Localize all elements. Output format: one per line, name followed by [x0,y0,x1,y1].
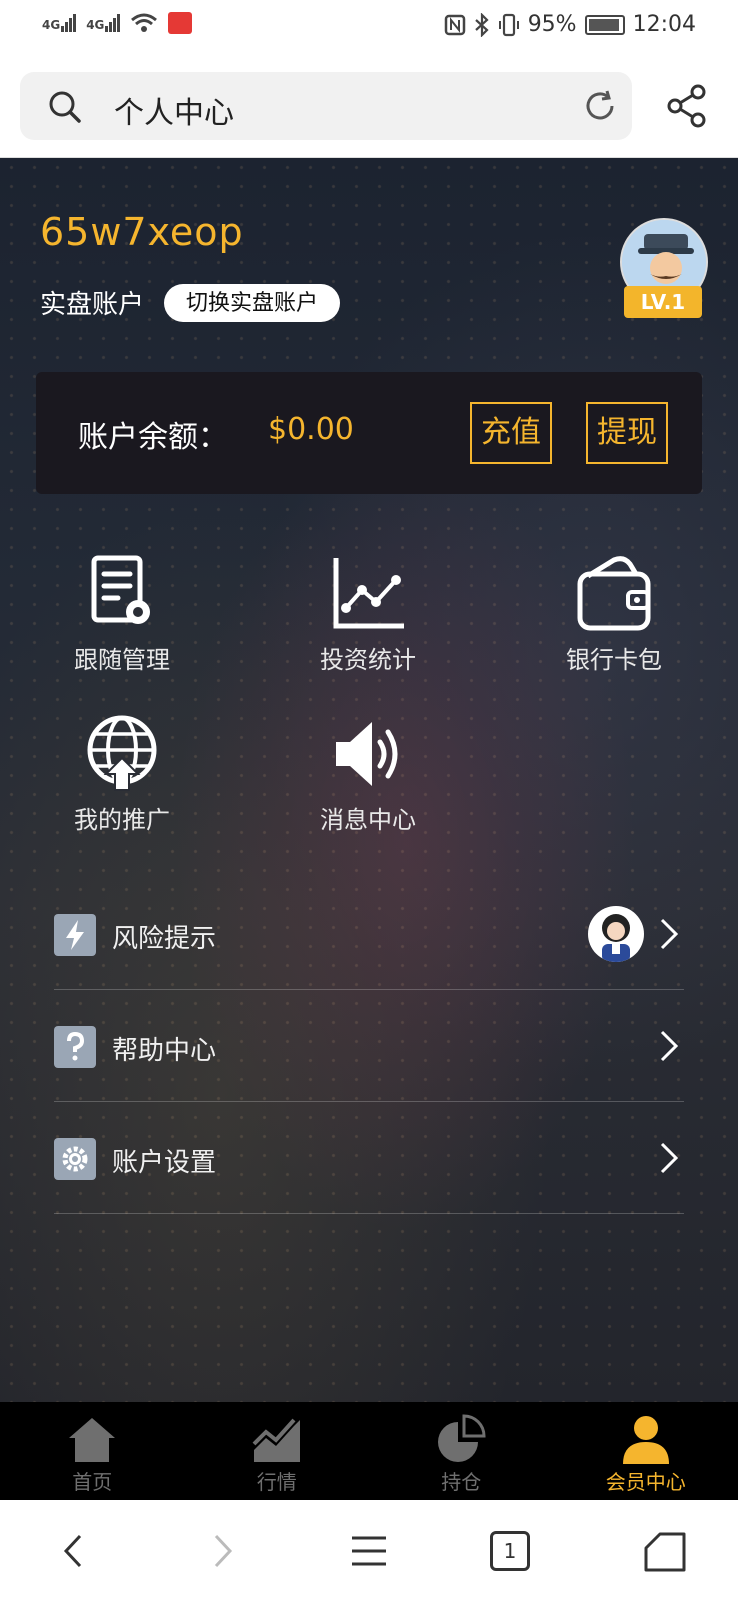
feature-bank-cards[interactable]: 银行卡包 [534,554,694,675]
wifi-icon [131,13,158,32]
menu-label: 账户设置 [112,1148,217,1178]
chevron-right-icon [660,918,679,950]
feature-label: 跟随管理 [74,646,170,674]
tab-label: 行情 [256,1470,297,1494]
forward-icon[interactable] [196,1526,246,1576]
menu-label: 风险提示 [112,924,217,954]
speaker-icon [336,722,398,786]
feature-label: 银行卡包 [566,646,662,674]
reload-icon[interactable] [582,88,618,124]
app-notification-icon [168,12,193,34]
tab-market[interactable]: 行情 [185,1402,370,1500]
account-type: 实盘账户 [40,290,145,320]
system-navigation-bar: 1 [0,1500,738,1600]
balance-value: $0.00 [268,412,354,447]
share-icon[interactable] [666,84,708,128]
settings-icon [54,1138,96,1180]
line-chart-icon [333,558,404,629]
home-button-icon[interactable] [640,1526,690,1576]
chevron-right-icon [660,1030,679,1062]
tabs-count-button[interactable]: 1 [490,1531,530,1571]
battery-percent: 95% [527,12,577,37]
menu-help-center[interactable]: 帮助中心 [54,990,684,1102]
tab-home[interactable]: 首页 [0,1402,185,1500]
status-left: 4G 4G [42,12,193,34]
browser-toolbar: 个人中心 [0,56,738,158]
menu-account-settings[interactable]: 账户设置 [54,1102,684,1214]
switch-account-button[interactable]: 切换实盘账户 [164,284,341,322]
back-icon[interactable] [50,1526,100,1576]
market-chart-icon [252,1418,300,1462]
lightning-icon [54,914,96,956]
username: 65w7xeop [40,210,244,254]
feature-follow-management[interactable]: 跟随管理 [42,554,202,675]
tab-label: 会员中心 [605,1470,686,1494]
bluetooth-icon [474,12,489,37]
withdraw-button[interactable]: 提现 [586,402,668,464]
customer-service-avatar[interactable] [588,906,644,962]
page-title: 个人中心 [114,96,234,131]
tab-label: 持仓 [441,1470,482,1494]
menu-icon[interactable] [344,1526,394,1576]
tab-positions[interactable]: 持仓 [369,1402,554,1500]
battery-icon [584,14,625,35]
chevron-right-icon [660,1142,679,1174]
search-icon [49,91,81,123]
vibrate-icon [498,13,519,36]
recharge-button[interactable]: 充值 [470,402,552,464]
level-badge: LV.1 [624,286,702,318]
status-bar: 4G 4G 95% 12:04 [0,0,738,56]
pie-chart-icon [438,1414,486,1462]
tab-member-center[interactable]: 会员中心 [554,1402,738,1500]
member-center-page: 65w7xeop 实盘账户 切换实盘账户 LV.1 账户余额： $0.00 充值… [0,158,738,1402]
menu-risk-warning[interactable]: 风险提示 [54,878,684,990]
feature-label: 我的推广 [74,806,170,834]
balance-label: 账户余额： [78,420,228,455]
menu-label: 帮助中心 [112,1036,217,1066]
nfc-icon [444,14,465,35]
globe-upload-icon [87,715,157,791]
bottom-tab-bar: 首页 行情 持仓 会员中心 [0,1402,738,1500]
document-gear-icon [91,555,150,624]
address-bar[interactable]: 个人中心 [20,72,632,140]
cellular-signal-icon-2: 4G [86,14,121,32]
wallet-icon [577,556,651,631]
feature-my-promotion[interactable]: 我的推广 [42,714,202,835]
clock: 12:04 [632,12,696,37]
home-icon [69,1418,116,1462]
feature-label: 投资统计 [320,646,416,674]
balance-card: 账户余额： $0.00 充值 提现 [36,372,702,494]
question-icon [54,1026,96,1068]
tab-label: 首页 [72,1470,113,1494]
member-icon [622,1416,669,1464]
cellular-signal-icon: 4G [42,14,77,32]
feature-investment-stats[interactable]: 投资统计 [288,554,448,675]
status-right: 95% 12:04 [444,12,696,37]
feature-label: 消息中心 [320,806,416,834]
feature-message-center[interactable]: 消息中心 [288,714,448,835]
